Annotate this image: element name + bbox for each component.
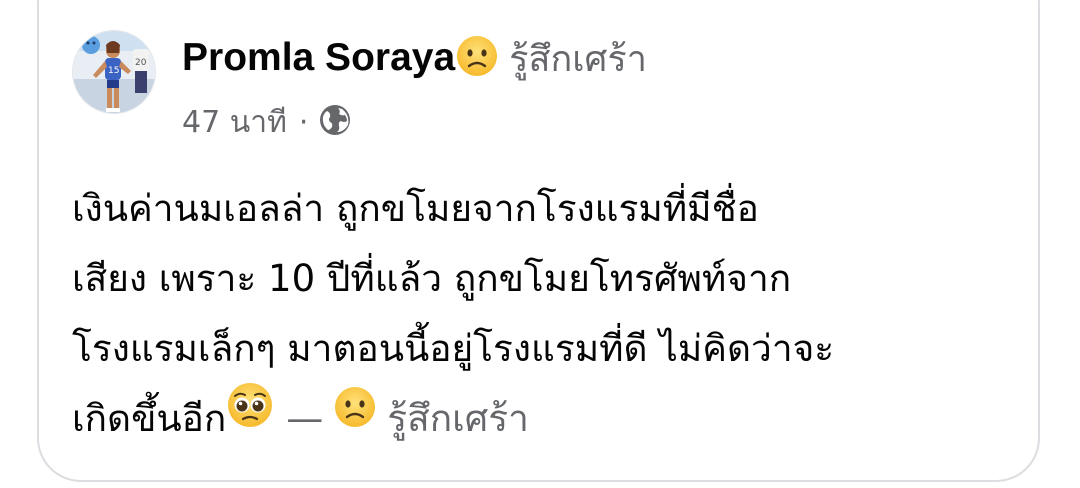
post-text-line: เงินค่านมเอลล่า ถูกขโมยจากโรงแรมที่มีชื่… [72,187,759,230]
svg-text:15: 15 [108,66,119,76]
post-timestamp[interactable]: 47 นาที [182,99,287,146]
feeling-label[interactable]: รู้สึกเศร้า [509,30,647,87]
post-text-line: โรงแรมเล็กๆ มาตอนนี้อยู่โรงแรมที่ดี ไม่ค… [72,327,835,370]
avatar[interactable]: 20 15 [72,30,156,114]
post-text-line: เกิดขึ้นอีก [72,397,227,440]
meta-separator: · [298,104,309,140]
post-text-line: เสียง เพราะ 10 ปีที่แล้ว ถูกขโมยโทรศัพท์… [72,257,792,300]
feeling-separator: — [286,397,324,440]
post-meta: 47 นาที · [182,100,352,144]
avatar-photo: 20 15 [73,31,155,113]
author-name[interactable]: Promla Soraya [182,36,455,80]
post-text: เงินค่านมเอลล่า ถูกขโมยจากโรงแรมที่มีชื่… [72,174,1032,454]
feeling-label-inline[interactable]: รู้สึกเศร้า [387,397,529,440]
sad-face-icon [333,382,377,452]
sad-face-icon [455,34,499,82]
globe-icon[interactable] [318,103,352,141]
post-header: Promla Soraya รู้สึกเศร้า [182,30,647,86]
pleading-face-icon [226,381,274,452]
post-text-last-line: เกิดขึ้นอีก — รู้สึกเศร้า [72,381,1032,454]
svg-text:20: 20 [135,58,147,68]
